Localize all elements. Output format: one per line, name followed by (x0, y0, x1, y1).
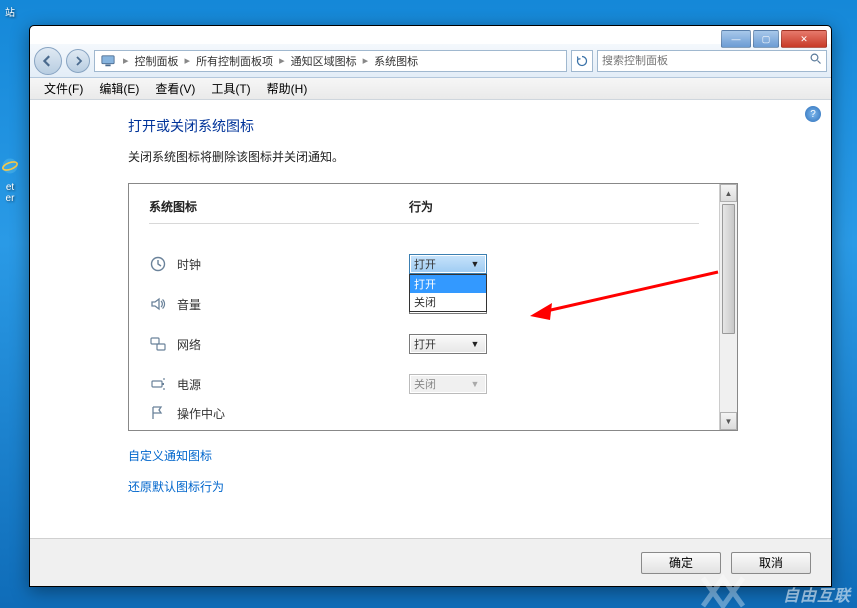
row-label: 音量 (177, 296, 201, 313)
refresh-icon (576, 55, 588, 67)
row-label: 操作中心 (177, 405, 225, 422)
chevron-down-icon: ▼ (468, 379, 482, 389)
scroll-down-button[interactable]: ▼ (720, 412, 737, 430)
refresh-button[interactable] (571, 50, 593, 72)
page-title: 打开或关闭系统图标 (128, 116, 803, 136)
chevron-right-icon: ▸ (363, 54, 369, 67)
ok-button[interactable]: 确定 (641, 552, 721, 574)
column-header-icon: 系统图标 (149, 198, 409, 215)
breadcrumb-item[interactable]: 所有控制面板项 (194, 53, 275, 69)
row-label: 网络 (177, 336, 201, 353)
combo-value: 打开 (414, 256, 468, 272)
window-controls: — ▢ ✕ (721, 30, 827, 48)
menu-view[interactable]: 查看(V) (147, 80, 203, 97)
menu-help[interactable]: 帮助(H) (259, 80, 316, 97)
table-header: 系统图标 行为 (149, 198, 699, 224)
combo-network[interactable]: 打开 ▼ (409, 334, 487, 354)
breadcrumb[interactable]: ▸ 控制面板 ▸ 所有控制面板项 ▸ 通知区域图标 ▸ 系统图标 (94, 50, 567, 72)
column-header-action: 行为 (409, 198, 699, 215)
back-button[interactable] (34, 47, 62, 75)
arrow-right-icon (73, 56, 83, 66)
combo-clock[interactable]: 打开 ▼ 打开 关闭 (409, 254, 487, 274)
watermark-logo (699, 572, 747, 608)
page-description: 关闭系统图标将删除该图标并关闭通知。 (128, 148, 803, 165)
desktop-icon-label: 站 (0, 4, 20, 19)
volume-icon (149, 295, 167, 313)
breadcrumb-item[interactable]: 通知区域图标 (289, 53, 359, 69)
breadcrumb-item[interactable]: 控制面板 (133, 53, 181, 69)
forward-button[interactable] (66, 49, 90, 73)
menu-file[interactable]: 文件(F) (36, 80, 91, 97)
scroll-thumb[interactable] (722, 204, 735, 334)
desktop-icon-ie[interactable]: et er (0, 150, 20, 204)
dropdown-option-close[interactable]: 关闭 (410, 293, 486, 311)
arrow-left-icon (42, 55, 54, 67)
content-area: ? 打开或关闭系统图标 关闭系统图标将删除该图标并关闭通知。 系统图标 行为 时… (30, 100, 831, 538)
desktop-icon-label: et er (0, 182, 20, 204)
menu-tools[interactable]: 工具(T) (203, 80, 258, 97)
links-section: 自定义通知图标 还原默认图标行为 (128, 447, 803, 509)
cancel-button[interactable]: 取消 (731, 552, 811, 574)
row-label: 电源 (177, 376, 201, 393)
table-body: 系统图标 行为 时钟 打开 ▼ (129, 184, 719, 430)
combo-value: 打开 (414, 336, 468, 352)
menu-bar: 文件(F) 编辑(E) 查看(V) 工具(T) 帮助(H) (30, 78, 831, 100)
ie-icon (0, 150, 20, 182)
vertical-scrollbar[interactable]: ▲ ▼ (719, 184, 737, 430)
combo-value: 关闭 (414, 376, 468, 392)
link-restore-defaults[interactable]: 还原默认图标行为 (128, 478, 803, 495)
chevron-right-icon: ▸ (279, 54, 285, 67)
chevron-right-icon: ▸ (185, 54, 191, 67)
table-row-action-center: 操作中心 (149, 404, 699, 422)
scroll-up-button[interactable]: ▲ (720, 184, 737, 202)
table-row-power: 电源 关闭 ▼ (149, 364, 699, 404)
combo-clock-dropdown: 打开 关闭 (409, 274, 487, 312)
link-customize-icons[interactable]: 自定义通知图标 (128, 447, 803, 464)
minimize-button[interactable]: — (721, 30, 751, 48)
close-button[interactable]: ✕ (781, 30, 827, 48)
system-icons-table: 系统图标 行为 时钟 打开 ▼ (128, 183, 738, 431)
combo-power: 关闭 ▼ (409, 374, 487, 394)
control-panel-window: — ▢ ✕ ▸ 控制面板 ▸ 所有控制面板项 ▸ 通知区域图标 ▸ 系统图标 (29, 25, 832, 587)
chevron-down-icon: ▼ (468, 259, 482, 269)
navigation-bar: ▸ 控制面板 ▸ 所有控制面板项 ▸ 通知区域图标 ▸ 系统图标 (30, 44, 831, 78)
search-box[interactable] (597, 50, 827, 72)
clock-icon (149, 255, 167, 273)
monitor-icon (99, 52, 117, 70)
search-input[interactable] (602, 55, 810, 67)
table-row-network: 网络 打开 ▼ (149, 324, 699, 364)
table-row-clock: 时钟 打开 ▼ 打开 关闭 (149, 244, 699, 284)
chevron-right-icon: ▸ (123, 54, 129, 67)
chevron-down-icon: ▼ (468, 339, 482, 349)
desktop-icon-recycle[interactable]: 站 (0, 4, 20, 19)
row-label: 时钟 (177, 256, 201, 273)
breadcrumb-item[interactable]: 系统图标 (372, 53, 420, 69)
network-icon (149, 335, 167, 353)
watermark-text: 自由互联 (783, 582, 851, 606)
maximize-button[interactable]: ▢ (753, 30, 779, 48)
dropdown-option-open[interactable]: 打开 (410, 275, 486, 293)
power-icon (149, 375, 167, 393)
flag-icon (149, 404, 167, 422)
menu-edit[interactable]: 编辑(E) (91, 80, 147, 97)
search-icon (810, 53, 822, 68)
help-icon[interactable]: ? (805, 106, 821, 122)
